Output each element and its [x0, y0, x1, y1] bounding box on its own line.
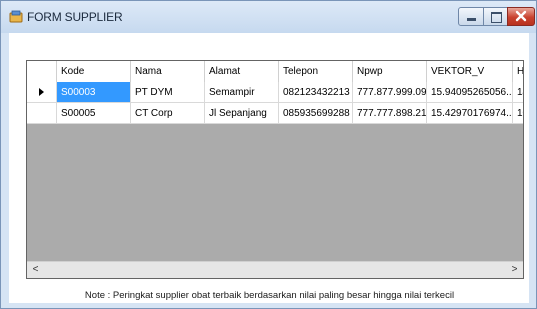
row-header[interactable] [27, 103, 57, 124]
scroll-left-button[interactable]: < [27, 262, 44, 278]
column-header-vektor-v[interactable]: VEKTOR_V [427, 61, 513, 82]
row-header-corner [27, 61, 57, 82]
cell-alamat[interactable]: Jl Sepanjang [205, 103, 279, 124]
title-bar[interactable]: FORM SUPPLIER [1, 1, 536, 33]
minimize-icon [467, 18, 476, 21]
form-icon [9, 10, 23, 23]
cell-nama[interactable]: CT Corp [131, 103, 205, 124]
close-icon [515, 10, 527, 22]
maximize-button[interactable] [483, 7, 508, 26]
cell-kode[interactable]: S00003 [57, 82, 131, 103]
cell-vektor-v[interactable]: 15.94095265056... [427, 82, 513, 103]
cell-npwp[interactable]: 777.777.898.213 [353, 103, 427, 124]
ranking-note: Note : Peringkat supplier obat terbaik b… [84, 290, 455, 301]
cell-harga[interactable]: 1000 [513, 103, 523, 124]
column-header-telepon[interactable]: Telepon [279, 61, 353, 82]
table-row[interactable]: S00003 PT DYM Semampir 082123432213 777.… [27, 82, 523, 103]
current-row-pointer-icon [39, 88, 44, 97]
table-row[interactable]: S00005 CT Corp Jl Sepanjang 085935699288… [27, 103, 523, 124]
minimize-button[interactable] [458, 7, 484, 26]
cell-telepon[interactable]: 082123432213 [279, 82, 353, 103]
grid-empty-area [27, 124, 523, 278]
horizontal-scrollbar[interactable]: < > [27, 261, 523, 278]
scroll-right-button[interactable]: > [506, 262, 523, 278]
maximize-icon [491, 12, 502, 23]
row-header[interactable] [27, 82, 57, 103]
column-header-alamat[interactable]: Alamat [205, 61, 279, 82]
cell-vektor-v[interactable]: 15.42970176974... [427, 103, 513, 124]
close-button[interactable] [507, 7, 535, 26]
form-supplier-window: FORM SUPPLIER Kode Nama Alamat Telepon N… [0, 0, 537, 309]
cell-alamat[interactable]: Semampir [205, 82, 279, 103]
cell-harga[interactable]: 1400 [513, 82, 523, 103]
column-header-kode[interactable]: Kode [57, 61, 131, 82]
column-header-nama[interactable]: Nama [131, 61, 205, 82]
window-title: FORM SUPPLIER [27, 10, 123, 24]
cell-kode[interactable]: S00005 [57, 103, 131, 124]
cell-nama[interactable]: PT DYM [131, 82, 205, 103]
grid-header-row: Kode Nama Alamat Telepon Npwp VEKTOR_V H… [27, 61, 523, 82]
column-header-harga[interactable]: Harg [513, 61, 523, 82]
cell-telepon[interactable]: 085935699288 [279, 103, 353, 124]
supplier-data-grid[interactable]: Kode Nama Alamat Telepon Npwp VEKTOR_V H… [26, 60, 524, 279]
cell-npwp[interactable]: 777.877.999.098 [353, 82, 427, 103]
column-header-npwp[interactable]: Npwp [353, 61, 427, 82]
